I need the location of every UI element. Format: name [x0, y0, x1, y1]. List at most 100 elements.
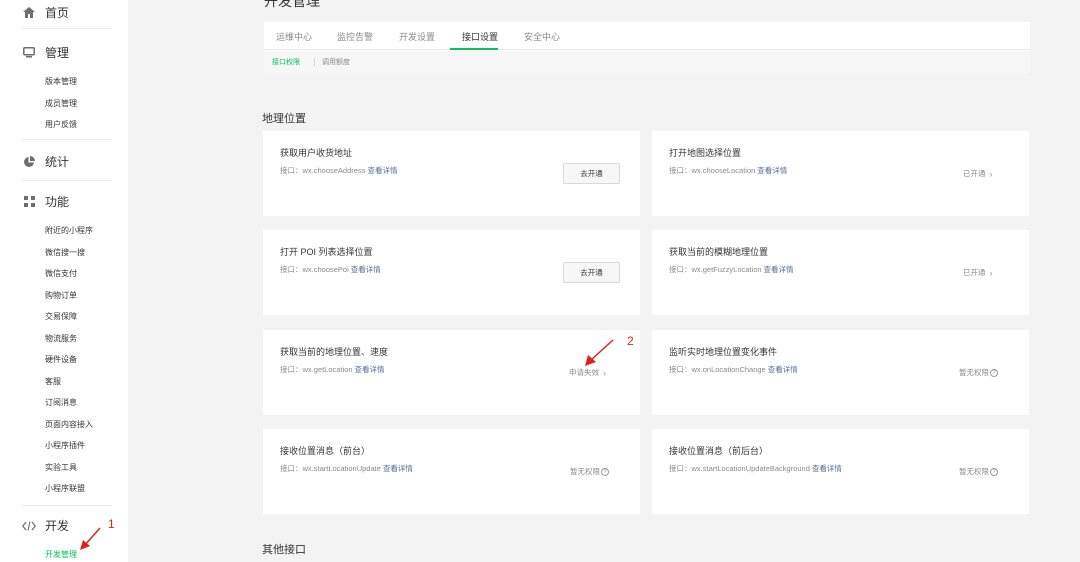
- sidebar-item-orders[interactable]: 购物订单: [45, 290, 77, 301]
- api-card-title: 监听实时地理位置变化事件: [669, 347, 778, 357]
- sidebar-item-members[interactable]: 成员管理: [45, 98, 77, 109]
- help-icon: ?: [601, 467, 609, 476]
- sidebar-item-nearby[interactable]: 附近的小程序: [45, 225, 93, 236]
- sidebar-item-plugins[interactable]: 小程序插件: [45, 440, 85, 451]
- api-name: wx.choosePoi: [302, 265, 349, 274]
- annotation-label-2: 2: [627, 334, 634, 348]
- sidebar-item-lab[interactable]: 实验工具: [45, 462, 77, 473]
- status-text: 已开通: [963, 268, 986, 277]
- sidebar-dev[interactable]: 开发: [22, 517, 69, 534]
- sidebar: 首页 管理 版本管理 成员管理 用户反馈 统计 功能 附近的小程序 微信搜一搜 …: [0, 0, 128, 562]
- sidebar-stats-label: 统计: [45, 155, 70, 169]
- status-text: 申请失效: [569, 368, 599, 377]
- sidebar-manage-label: 管理: [45, 46, 70, 60]
- tab-monitor[interactable]: 监控告警: [337, 30, 373, 43]
- monitor-icon: [22, 46, 36, 60]
- status-enabled[interactable]: 已开通 ›: [963, 267, 993, 278]
- api-card-interface: 接口：wx.choosePoi 查看详情: [280, 264, 381, 275]
- annotation-label-1: 1: [108, 517, 115, 531]
- subtab-call-quota[interactable]: 调用额度: [322, 57, 350, 67]
- status-expired[interactable]: 申请失效 ›: [569, 367, 606, 378]
- sidebar-item-union[interactable]: 小程序联盟: [45, 483, 85, 494]
- sidebar-features[interactable]: 功能: [22, 193, 69, 210]
- status-no-permission[interactable]: 暂无权限?: [959, 466, 998, 477]
- api-name: wx.chooseAddress: [302, 166, 366, 175]
- sidebar-item-dev-manage[interactable]: 开发管理: [45, 549, 77, 560]
- api-name: wx.getLocation: [302, 365, 353, 374]
- sidebar-item-search[interactable]: 微信搜一搜: [45, 247, 85, 258]
- sidebar-item-logistics[interactable]: 物流服务: [45, 333, 77, 344]
- sidebar-home[interactable]: 首页: [22, 4, 69, 21]
- sidebar-item-subscribe[interactable]: 订阅消息: [45, 397, 77, 408]
- subtab-separator: [314, 58, 315, 66]
- sidebar-item-version[interactable]: 版本管理: [45, 76, 77, 87]
- api-card-interface: 接口：wx.startLocationUpdate 查看详情: [280, 463, 413, 474]
- tab-api-settings[interactable]: 接口设置: [462, 30, 498, 43]
- sidebar-features-label: 功能: [45, 195, 70, 209]
- detail-link[interactable]: 查看详情: [768, 365, 798, 374]
- detail-link[interactable]: 查看详情: [355, 365, 385, 374]
- api-card: 打开 POI 列表选择位置 接口：wx.choosePoi 查看详情 去开通: [263, 230, 640, 315]
- sidebar-item-content[interactable]: 页面内容接入: [45, 419, 93, 430]
- home-icon: [22, 6, 36, 20]
- chevron-right-icon: ›: [989, 168, 993, 179]
- sidebar-divider: [22, 505, 112, 506]
- detail-link[interactable]: 查看详情: [351, 265, 381, 274]
- sidebar-divider: [22, 28, 112, 29]
- tab-ops[interactable]: 运维中心: [276, 30, 312, 43]
- sidebar-item-pay[interactable]: 微信支付: [45, 268, 77, 279]
- api-card-interface: 接口：wx.chooseAddress 查看详情: [280, 165, 397, 176]
- help-icon: ?: [990, 368, 998, 377]
- api-name: wx.startLocationUpdateBackground: [691, 464, 810, 473]
- api-prefix: 接口：: [669, 265, 692, 274]
- sidebar-item-guarantee[interactable]: 交易保障: [45, 311, 77, 322]
- api-card-title: 获取当前的模糊地理位置: [669, 247, 769, 257]
- api-name: wx.chooseLocation: [691, 166, 756, 175]
- tab-security[interactable]: 安全中心: [524, 30, 560, 43]
- subtab-api-permission[interactable]: 接口权限: [272, 57, 300, 67]
- active-tab-underline: [450, 48, 498, 50]
- api-card-title: 接收位置消息（前台）: [280, 446, 371, 456]
- api-card-interface: 接口：wx.getFuzzyLocation 查看详情: [669, 264, 794, 275]
- api-prefix: 接口：: [669, 464, 692, 473]
- detail-link[interactable]: 查看详情: [764, 265, 794, 274]
- detail-link[interactable]: 查看详情: [367, 166, 397, 175]
- page-title: 开发管理: [264, 0, 320, 9]
- subtab-bar: 接口权限 调用额度: [264, 51, 1030, 74]
- status-enabled[interactable]: 已开通 ›: [963, 168, 993, 179]
- enable-button[interactable]: 去开通: [563, 163, 620, 184]
- api-card-title: 获取用户收货地址: [280, 148, 353, 158]
- status-text: 暂无权限: [570, 467, 600, 476]
- sidebar-item-feedback[interactable]: 用户反馈: [45, 119, 77, 130]
- sidebar-home-label: 首页: [45, 6, 70, 20]
- sidebar-dev-label: 开发: [45, 519, 70, 533]
- sidebar-item-service[interactable]: 客服: [45, 376, 61, 387]
- api-prefix: 接口：: [280, 365, 303, 374]
- api-name: wx.startLocationUpdate: [302, 464, 381, 473]
- api-card-title: 打开 POI 列表选择位置: [280, 247, 373, 257]
- api-prefix: 接口：: [669, 365, 692, 374]
- tab-bar: 运维中心 监控告警 开发设置 接口设置 安全中心: [264, 22, 1030, 50]
- detail-link[interactable]: 查看详情: [812, 464, 842, 473]
- pie-chart-icon: [22, 155, 36, 169]
- api-prefix: 接口：: [280, 166, 303, 175]
- api-card: 获取当前的模糊地理位置 接口：wx.getFuzzyLocation 查看详情 已…: [652, 230, 1029, 315]
- section-title-geo: 地理位置: [262, 113, 306, 125]
- status-no-permission[interactable]: 暂无权限?: [570, 466, 609, 477]
- annotation-arrow-1: [80, 527, 101, 550]
- detail-link[interactable]: 查看详情: [757, 166, 787, 175]
- sidebar-stats[interactable]: 统计: [22, 153, 69, 170]
- api-name: wx.onLocationChange: [691, 365, 766, 374]
- api-card-interface: 接口：wx.startLocationUpdateBackground 查看详情: [669, 463, 842, 474]
- api-card-interface: 接口：wx.getLocation 查看详情: [280, 364, 385, 375]
- detail-link[interactable]: 查看详情: [383, 464, 413, 473]
- enable-button[interactable]: 去开通: [563, 262, 620, 283]
- sidebar-item-hardware[interactable]: 硬件设备: [45, 354, 77, 365]
- section-title-other: 其他接口: [262, 544, 306, 556]
- sidebar-divider: [22, 180, 112, 181]
- help-icon: ?: [990, 467, 998, 476]
- tab-dev-settings[interactable]: 开发设置: [399, 30, 435, 43]
- api-prefix: 接口：: [280, 265, 303, 274]
- sidebar-manage[interactable]: 管理: [22, 44, 69, 61]
- status-no-permission[interactable]: 暂无权限?: [959, 367, 998, 378]
